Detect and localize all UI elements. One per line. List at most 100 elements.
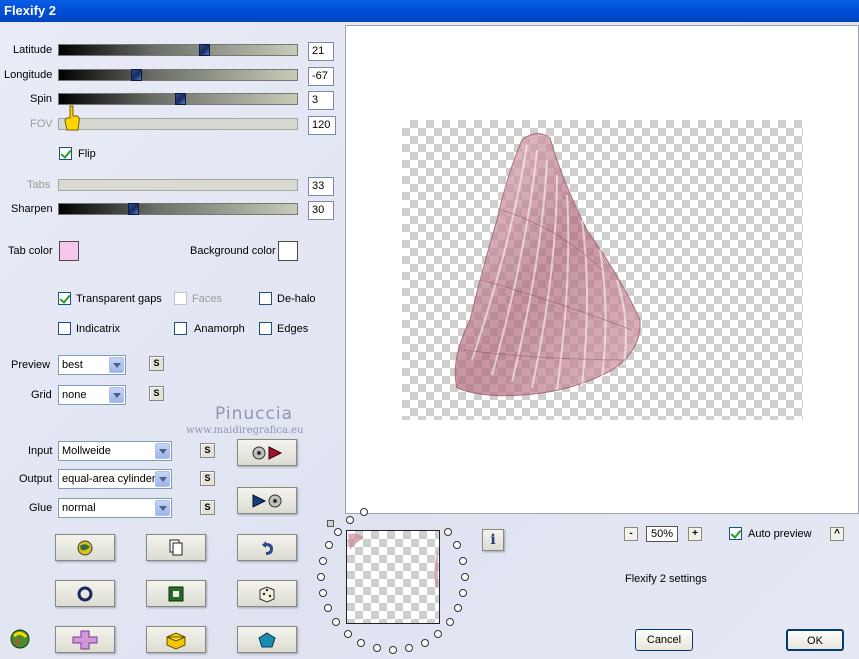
latitude-slider[interactable] [58, 44, 298, 56]
sharpen-slider[interactable] [58, 203, 298, 215]
navigator-dial-dot[interactable] [333, 527, 342, 536]
anamorph-checkbox[interactable] [174, 322, 187, 335]
ok-button[interactable]: OK [786, 629, 844, 651]
navigator-handle[interactable] [327, 520, 334, 527]
de-halo-checkbox[interactable] [259, 292, 272, 305]
navigator-dial-dot[interactable] [405, 644, 414, 653]
collapse-button[interactable]: ^ [830, 527, 844, 541]
random-dice-button[interactable] [237, 580, 297, 607]
preview-select[interactable]: best [58, 355, 126, 375]
faces-checkbox [174, 292, 187, 305]
longitude-value[interactable]: -67 [308, 67, 334, 86]
navigator-dial-dot[interactable] [453, 541, 462, 550]
spin-slider[interactable] [58, 93, 298, 105]
longitude-label: Longitude [4, 69, 53, 81]
preview-s-button[interactable]: S [149, 356, 164, 371]
glue-s-button[interactable]: S [200, 500, 215, 515]
auto-preview-checkbox[interactable] [729, 527, 742, 540]
input-label: Input [28, 445, 53, 457]
block-button[interactable] [146, 626, 206, 653]
grid-label: Grid [31, 389, 52, 401]
chevron-down-icon[interactable] [155, 500, 170, 516]
output-select-value: equal-area cylinder [62, 473, 156, 485]
randomize-globe-button[interactable] [55, 534, 115, 561]
sharpen-thumb[interactable] [128, 203, 139, 215]
longitude-thumb[interactable] [131, 69, 142, 81]
grid-s-button[interactable]: S [149, 386, 164, 401]
background-color-swatch[interactable] [278, 241, 298, 261]
navigator-dial-dot[interactable] [319, 556, 328, 565]
info-button[interactable]: i [482, 529, 504, 551]
edges-checkbox[interactable] [259, 322, 272, 335]
cube-icon [166, 631, 186, 650]
latitude-value[interactable]: 21 [308, 42, 334, 61]
tab-color-swatch[interactable] [59, 241, 79, 261]
navigator-dial-dot[interactable] [389, 646, 397, 654]
flip-checkbox[interactable] [59, 147, 72, 160]
navigator-dial-dot[interactable] [434, 629, 443, 638]
latitude-thumb[interactable] [199, 44, 210, 56]
preview-select-value: best [62, 359, 83, 371]
spin-thumb[interactable] [175, 93, 186, 105]
transparent-gaps-checkbox[interactable] [58, 292, 71, 305]
dice-icon [259, 585, 275, 603]
navigator-dial-dot[interactable] [445, 618, 454, 627]
navigator-dial-dot[interactable] [323, 604, 332, 613]
swap-input-button[interactable] [237, 439, 297, 466]
longitude-slider[interactable] [58, 69, 298, 81]
undo-button[interactable] [237, 534, 297, 561]
tabs-value[interactable]: 33 [308, 177, 334, 196]
preview-canvas[interactable] [345, 25, 859, 514]
navigator-dial-dot[interactable] [359, 508, 368, 517]
input-select[interactable]: Mollweide [58, 441, 172, 461]
glue-select[interactable]: normal [58, 498, 172, 518]
navigator-dial-dot[interactable] [459, 588, 468, 597]
navigator-dial-dot[interactable] [343, 629, 352, 638]
chevron-down-icon[interactable] [155, 471, 170, 487]
fov-value[interactable]: 120 [308, 116, 336, 135]
chevron-down-icon[interactable] [109, 357, 124, 373]
swap-output-button[interactable] [237, 487, 297, 514]
output-s-button[interactable]: S [200, 471, 215, 486]
fov-label: FOV [30, 118, 53, 130]
de-halo-label: De-halo [277, 293, 316, 305]
plus-shape-button[interactable] [55, 626, 115, 653]
zoom-in-button[interactable]: + [688, 527, 702, 541]
navigator-dial-dot[interactable] [318, 588, 327, 597]
hand-pointer-icon [64, 105, 80, 131]
navigator-dial-dot[interactable] [324, 541, 333, 550]
flip-label: Flip [78, 148, 96, 160]
navigator-dial-dot[interactable] [317, 572, 325, 581]
navigator-dial-dot[interactable] [345, 516, 354, 525]
dialog-body: Latitude 21 Longitude -67 Spin 3 FOV 120… [0, 22, 859, 659]
ring-button[interactable] [55, 580, 115, 607]
copy-button[interactable] [146, 534, 206, 561]
tab-color-label: Tab color [8, 245, 53, 257]
chevron-down-icon[interactable] [155, 443, 170, 459]
chevron-down-icon[interactable] [109, 387, 124, 403]
navigator-dial-dot[interactable] [372, 644, 381, 653]
navigator-dial-dot[interactable] [420, 638, 429, 647]
faces-label: Faces [192, 293, 222, 305]
navigator-dial-dot[interactable] [444, 527, 453, 536]
watermark-name: Pinuccia [215, 404, 293, 424]
spin-value[interactable]: 3 [308, 91, 334, 110]
navigator-dial-dot[interactable] [454, 604, 463, 613]
navigator-dial-dot[interactable] [458, 556, 467, 565]
sharpen-value[interactable]: 30 [308, 201, 334, 220]
navigator-dial-dot[interactable] [460, 572, 469, 581]
cancel-button[interactable]: Cancel [635, 629, 693, 651]
input-s-button[interactable]: S [200, 443, 215, 458]
pentagon-button[interactable] [237, 626, 297, 653]
zoom-out-button[interactable]: - [624, 527, 638, 541]
tabs-slider [58, 179, 298, 191]
flexify-logo-icon [10, 629, 30, 649]
navigator-dial-dot[interactable] [332, 618, 341, 627]
output-select[interactable]: equal-area cylinder [58, 469, 172, 489]
grid-select[interactable]: none [58, 385, 126, 405]
frame-button[interactable] [146, 580, 206, 607]
preview-label: Preview [11, 359, 51, 371]
navigator-dial-dot[interactable] [357, 638, 366, 647]
indicatrix-label: Indicatrix [76, 323, 121, 335]
indicatrix-checkbox[interactable] [58, 322, 71, 335]
